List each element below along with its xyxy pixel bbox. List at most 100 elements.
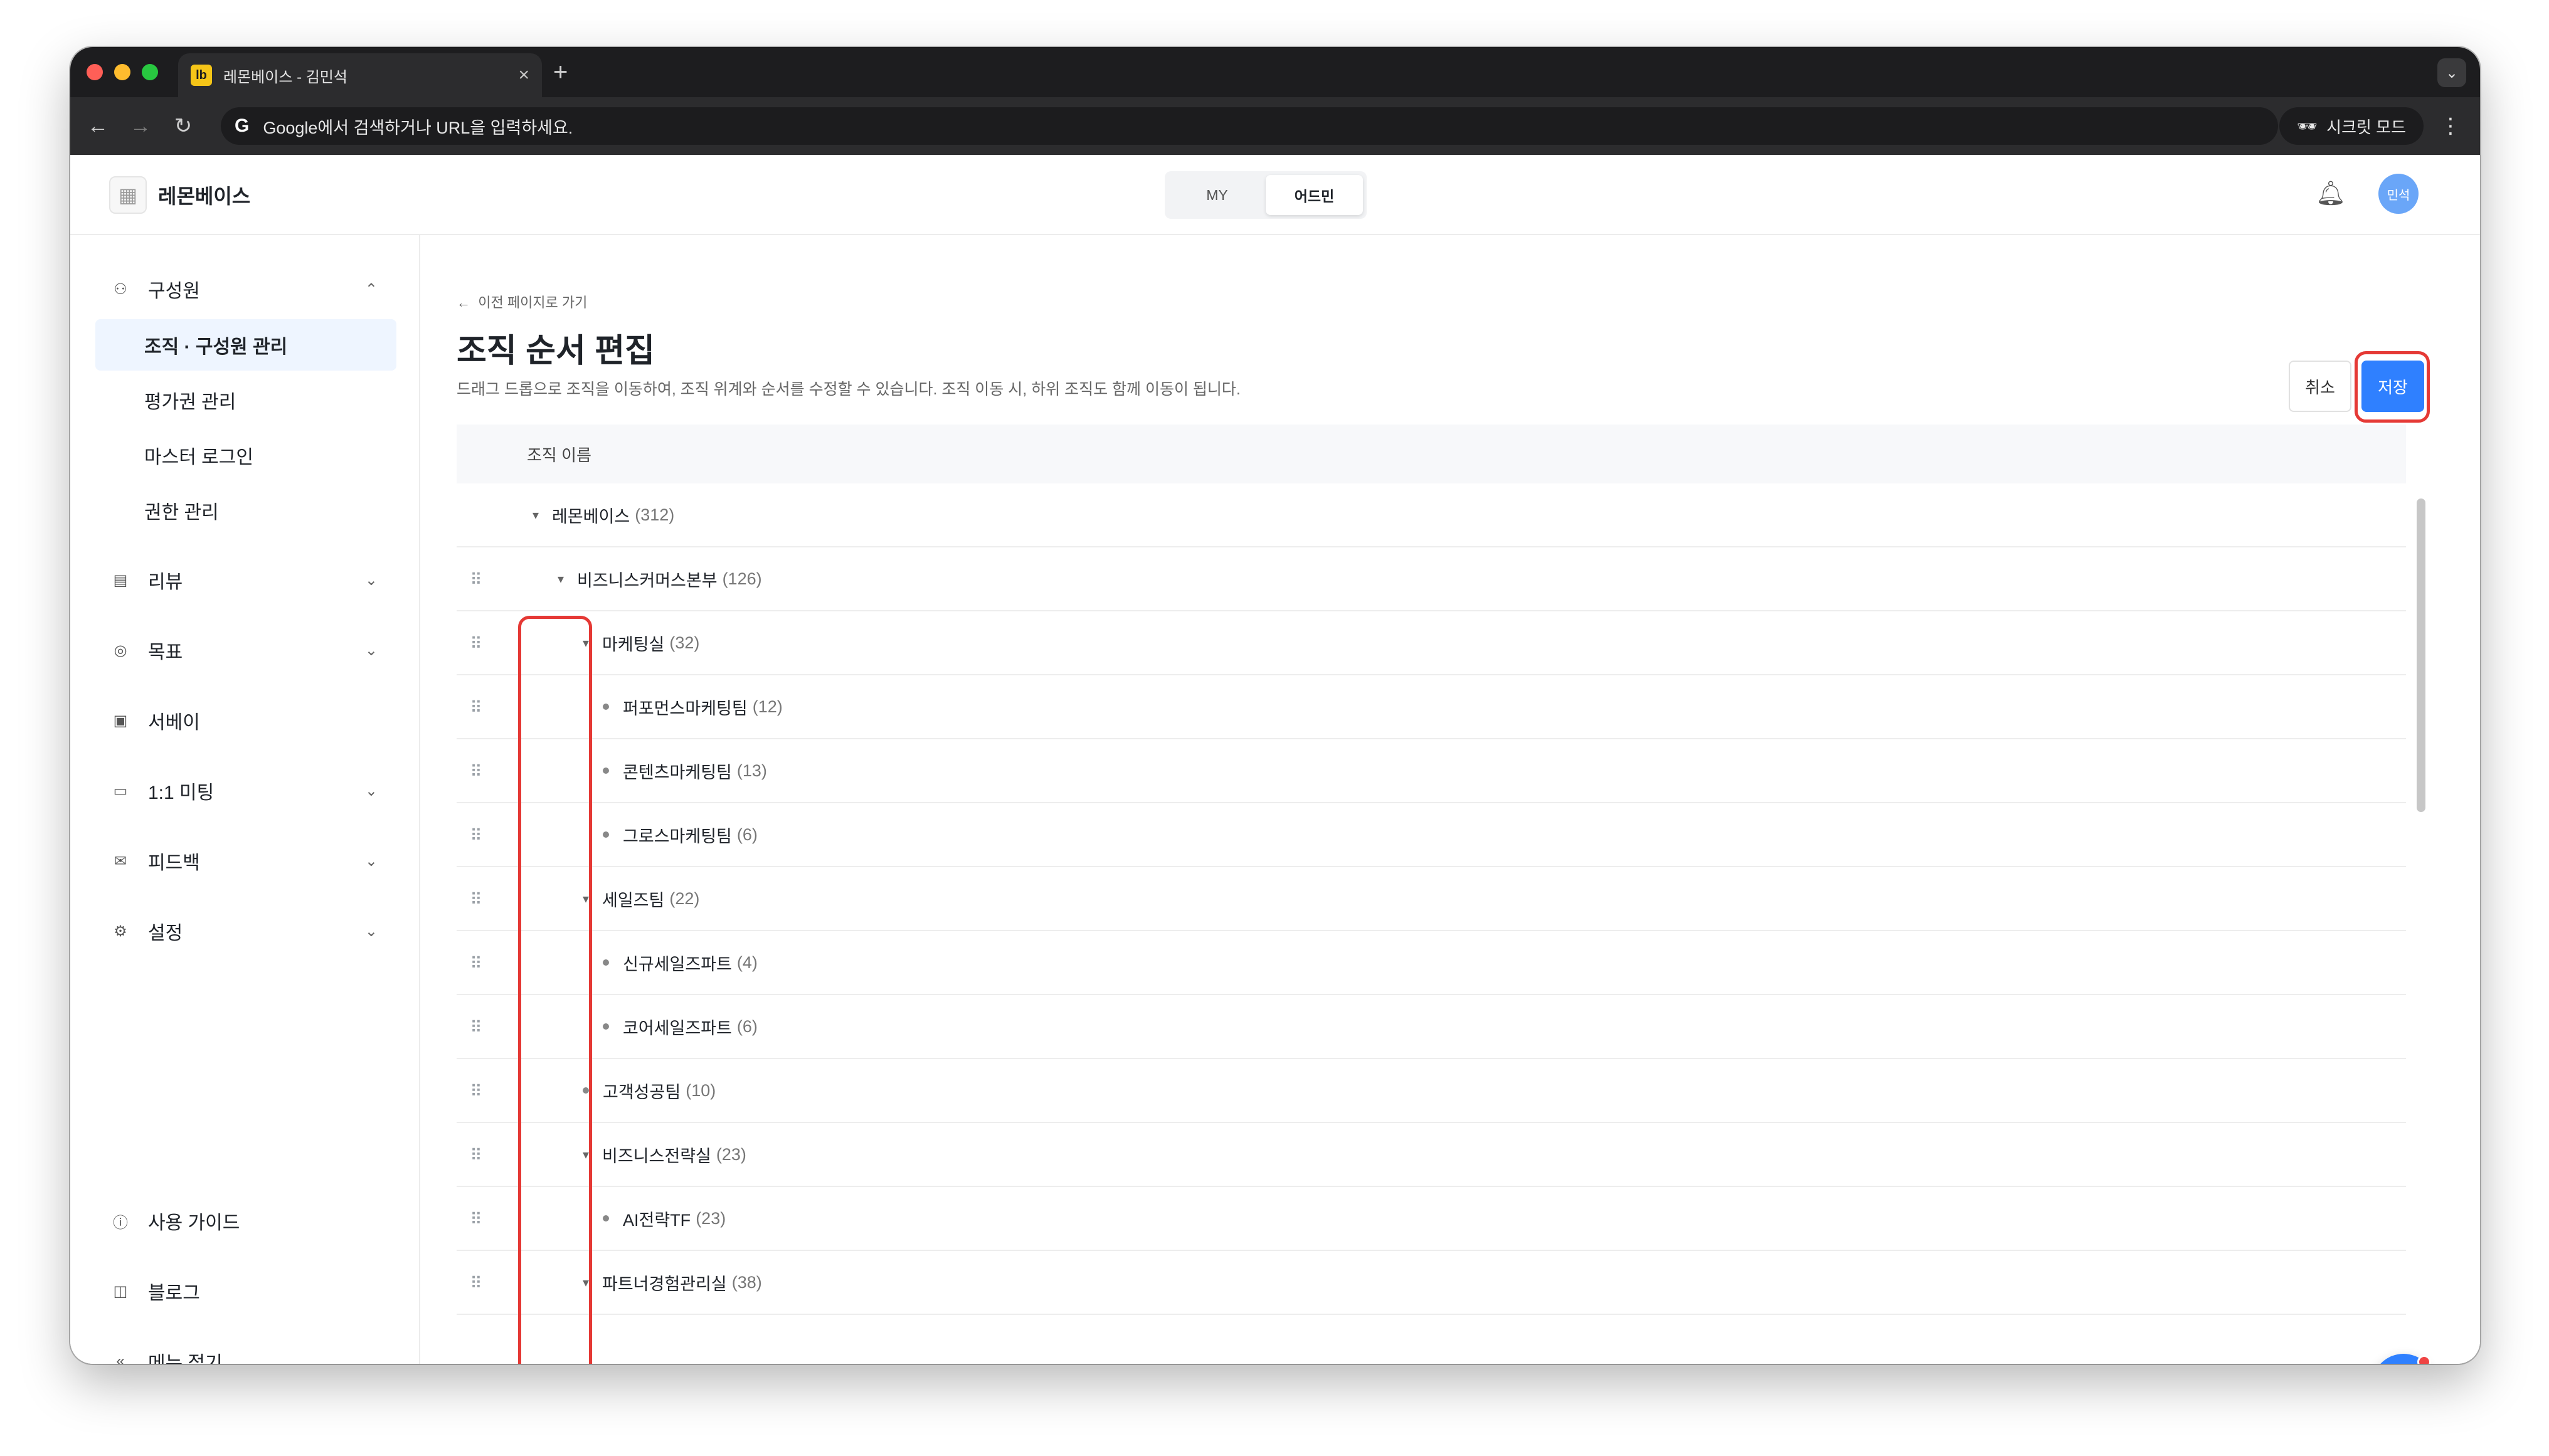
drag-handle-icon[interactable]: ⠿ (469, 569, 484, 590)
window-controls (87, 64, 158, 80)
table-row[interactable]: ⠿ 신규세일즈파트 (4) (457, 931, 2406, 995)
tab-search-chevron-icon[interactable]: ⌄ (2437, 58, 2466, 87)
save-button[interactable]: 저장 (2361, 361, 2424, 412)
drag-handle-icon[interactable]: ⠿ (469, 697, 484, 718)
caret-down-icon[interactable]: ▾ (577, 635, 595, 651)
table-row[interactable]: ⠿ 콘텐츠마케팅팀 (13) (457, 739, 2406, 803)
mode-tab-my[interactable]: MY (1169, 175, 1266, 215)
sidebar-group-review[interactable]: ▤ 리뷰 ⌄ (95, 555, 396, 605)
caret-down-icon[interactable]: ▾ (577, 891, 595, 907)
incognito-indicator[interactable]: 🕶 시크릿 모드 (2279, 107, 2424, 145)
sidebar-footer-label: 사용 가이드 (148, 1213, 240, 1233)
sidebar-group-settings[interactable]: ⚙ 설정 ⌄ (95, 906, 396, 956)
browser-tab[interactable]: lb 레몬베이스 - 김민석 × (178, 53, 542, 97)
cancel-button[interactable]: 취소 (2289, 361, 2351, 412)
mode-tab-admin[interactable]: 어드민 (1266, 175, 1363, 215)
org-member-count: (38) (731, 1272, 762, 1292)
building-icon: ▦ (109, 176, 147, 214)
org-name: 레몬베이스 (552, 507, 630, 526)
sidebar-group-label: 목표 (148, 642, 183, 663)
org-node: ▾ 레몬베이스 (312) (527, 483, 674, 546)
close-window-button[interactable] (87, 64, 103, 80)
page-description: 드래그 드롭으로 조직을 이동하여, 조직 위계와 순서를 수정할 수 있습니다… (457, 381, 1241, 398)
column-header-org-name: 조직 이름 (527, 445, 591, 465)
tab-close-icon[interactable]: × (518, 65, 529, 86)
sidebar-group-survey[interactable]: ▣ 서베이 (95, 695, 396, 746)
sidebar-user-guide[interactable]: ⓘ 사용 가이드 (95, 1196, 396, 1246)
table-row[interactable]: ▾ 레몬베이스 (312) (457, 483, 2406, 547)
sidebar-item-org-member-management[interactable]: 조직 · 구성원 관리 (95, 319, 396, 371)
table-row[interactable]: ⠿ ▾ 마케팅실 (32) (457, 611, 2406, 675)
drag-handle-icon[interactable]: ⠿ (469, 1208, 484, 1230)
org-member-count: (23) (696, 1208, 726, 1228)
table-row[interactable]: ⠿ ▾ 세일즈팀 (22) (457, 867, 2406, 931)
sidebar-group-label: 서베이 (148, 712, 200, 733)
org-member-count: (10) (686, 1080, 716, 1100)
org-member-count: (6) (736, 825, 758, 844)
org-name: 코어세일즈파트 (623, 1018, 732, 1038)
chevron-down-icon: ⌄ (364, 922, 378, 940)
drag-handle-icon[interactable]: ⠿ (469, 1272, 484, 1294)
drag-handle-icon[interactable]: ⠿ (469, 1016, 484, 1038)
back-arrow-icon[interactable]: ← (83, 114, 113, 139)
org-tree-rows: ▾ 레몬베이스 (312) ⠿ ▾ 비즈니스커머스본부 (126) ⠿ ▾ 마케팅실 (32) ⠿ 퍼포… (457, 483, 2406, 1315)
forward-arrow-icon[interactable]: → (125, 114, 156, 139)
sidebar-blog[interactable]: ◫ 블로그 (95, 1266, 396, 1316)
brand[interactable]: ▦ 레몬베이스 (109, 176, 250, 214)
caret-down-icon[interactable]: ▾ (527, 507, 544, 523)
lemonbase-app: ▦ 레몬베이스 MY 어드민 🔔︎ 민석 ⚇ 구성원 ⌃ 조직 · 구성원 관리… (70, 155, 2480, 1364)
chevron-down-icon: ⌄ (364, 852, 378, 870)
org-name: 콘텐츠마케팅팀 (623, 762, 732, 782)
org-node: 퍼포먼스마케팅팀 (12) (597, 675, 783, 738)
drag-handle-icon[interactable]: ⠿ (469, 952, 484, 974)
back-arrow-icon: ← (457, 295, 479, 310)
address-bar[interactable]: G Google에서 검색하거나 URL을 입력하세요. (221, 107, 2278, 145)
sidebar-group-label: 구성원 (148, 281, 200, 302)
reload-icon[interactable]: ↻ (168, 113, 198, 139)
table-row[interactable]: ⠿ ▾ 비즈니스전략실 (23) (457, 1123, 2406, 1187)
user-avatar[interactable]: 민석 (2378, 174, 2419, 214)
sidebar-group-one-on-one[interactable]: ▭ 1:1 미팅 ⌄ (95, 766, 396, 816)
sidebar-group-goal[interactable]: ◎ 목표 ⌄ (95, 625, 396, 675)
mode-switch: MY 어드민 (1165, 171, 1367, 219)
table-row[interactable]: ⠿ 코어세일즈파트 (6) (457, 995, 2406, 1059)
person-icon: ⚇ (114, 280, 127, 298)
sidebar-footer-label: 블로그 (148, 1283, 200, 1304)
back-link[interactable]: ← 이전 페이지로 가기 (457, 292, 587, 312)
drag-handle-icon[interactable]: ⠿ (469, 633, 484, 654)
table-row[interactable]: ⠿ 고객성공팀 (10) (457, 1059, 2406, 1123)
drag-handle-icon[interactable]: ⠿ (469, 825, 484, 846)
lemonbase-favicon-icon: lb (191, 65, 212, 86)
caret-down-icon[interactable]: ▾ (577, 1147, 595, 1163)
table-row[interactable]: ⠿ 퍼포먼스마케팅팀 (12) (457, 675, 2406, 739)
sidebar-item-master-login[interactable]: 마스터 로그인 (95, 430, 396, 481)
gear-icon: ⚙ (114, 922, 127, 940)
caret-down-icon[interactable]: ▾ (577, 1275, 595, 1290)
double-chevron-left-icon: « (116, 1353, 125, 1364)
table-header: 조직 이름 (457, 425, 2406, 483)
table-row[interactable]: ⠿ AI전략TF (23) (457, 1187, 2406, 1251)
drag-handle-icon[interactable]: ⠿ (469, 1080, 484, 1102)
maximize-window-button[interactable] (142, 64, 158, 80)
vertical-scrollbar[interactable] (2417, 499, 2425, 812)
org-node: ▾ 파트너경험관리실 (38) (577, 1251, 762, 1314)
minimize-window-button[interactable] (114, 64, 130, 80)
sidebar-collapse-menu[interactable]: « 메뉴 접기 (95, 1336, 396, 1364)
caret-down-icon[interactable]: ▾ (552, 571, 570, 587)
bullet-icon (603, 831, 609, 838)
new-tab-button[interactable]: + (553, 58, 568, 87)
notification-bell-icon[interactable]: 🔔︎ (2316, 180, 2346, 208)
table-row[interactable]: ⠿ ▾ 비즈니스커머스본부 (126) (457, 547, 2406, 611)
browser-menu-icon[interactable]: ⋮ (2440, 113, 2461, 139)
org-member-count: (12) (752, 697, 783, 716)
sidebar-group-members[interactable]: ⚇ 구성원 ⌃ (95, 264, 396, 314)
table-row[interactable]: ⠿ 그로스마케팅팀 (6) (457, 803, 2406, 867)
drag-handle-icon[interactable]: ⠿ (469, 761, 484, 782)
drag-handle-icon[interactable]: ⠿ (469, 889, 484, 910)
drag-handle-icon[interactable]: ⠿ (469, 1144, 484, 1166)
sidebar-item-permission-management[interactable]: 권한 관리 (95, 485, 396, 536)
sidebar-item-evaluator-management[interactable]: 평가권 관리 (95, 374, 396, 426)
sidebar-group-feedback[interactable]: ✉ 피드백 ⌄ (95, 836, 396, 886)
org-node: 코어세일즈파트 (6) (597, 995, 758, 1058)
table-row[interactable]: ⠿ ▾ 파트너경험관리실 (38) (457, 1251, 2406, 1315)
